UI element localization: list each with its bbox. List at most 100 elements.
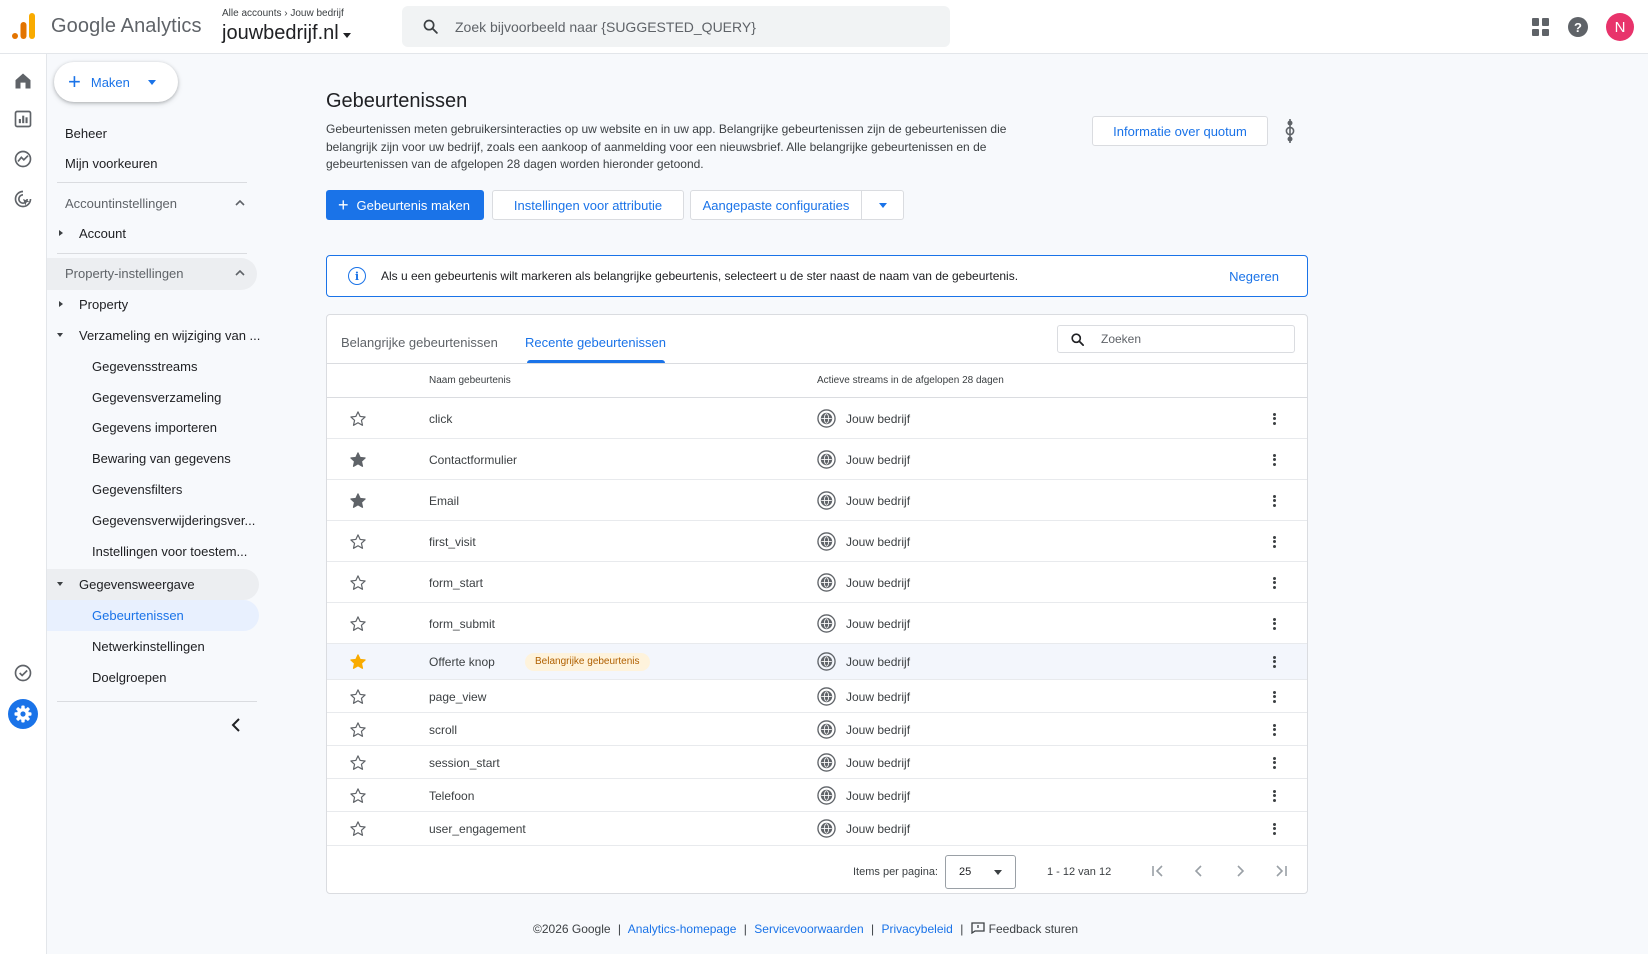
table-row[interactable]: scroll Jouw bedrijf: [327, 713, 1307, 746]
quota-info-button[interactable]: Informatie over quotum: [1092, 116, 1268, 146]
star-icon[interactable]: [349, 533, 367, 551]
table-row[interactable]: first_visit Jouw bedrijf: [327, 521, 1307, 562]
collapse-icon[interactable]: [57, 333, 63, 337]
section-property-settings[interactable]: Property-instellingen: [65, 266, 184, 281]
sidebar-item-consent[interactable]: Instellingen voor toestem...: [92, 544, 247, 559]
chevron-up-icon[interactable]: [235, 270, 245, 276]
create-event-button[interactable]: + Gebeurtenis maken: [326, 190, 484, 220]
event-name[interactable]: click: [429, 412, 452, 426]
star-icon[interactable]: [349, 787, 367, 805]
sidebar-item-data-deletion[interactable]: Gegevensverwijderingsver...: [92, 513, 255, 528]
explore-icon[interactable]: [13, 149, 33, 169]
apps-grid-icon[interactable]: [1532, 18, 1550, 36]
star-icon[interactable]: [349, 688, 367, 706]
table-row[interactable]: Email Jouw bedrijf: [327, 480, 1307, 521]
sidebar-item-data-import[interactable]: Gegevens importeren: [92, 420, 217, 435]
breadcrumb-account[interactable]: Jouw bedrijf: [290, 8, 343, 19]
expand-icon[interactable]: [59, 301, 63, 307]
table-row[interactable]: Offerte knop Belangrijke gebeurtenis Jouw …: [327, 644, 1307, 680]
sidebar-item-property[interactable]: Property: [79, 297, 128, 312]
sidebar-item-collection[interactable]: Verzameling en wijziging van ...: [79, 328, 260, 343]
table-row[interactable]: click Jouw bedrijf: [327, 398, 1307, 439]
next-page-icon[interactable]: [1232, 863, 1248, 879]
sidebar-item-data-filters[interactable]: Gegevensfilters: [92, 482, 182, 497]
table-row[interactable]: Telefoon Jouw bedrijf: [327, 779, 1307, 812]
tab-recent-events[interactable]: Recente gebeurtenissen: [525, 335, 666, 350]
star-icon[interactable]: [349, 492, 367, 510]
event-name[interactable]: user_engagement: [429, 822, 526, 836]
collapse-icon[interactable]: [57, 582, 63, 586]
more-vert-icon[interactable]: [1271, 411, 1277, 427]
property-selector[interactable]: jouwbedrijf.nl: [222, 22, 351, 45]
sidebar-item-events[interactable]: Gebeurtenissen: [92, 608, 184, 623]
star-icon[interactable]: [349, 721, 367, 739]
table-row[interactable]: form_submit Jouw bedrijf: [327, 603, 1307, 644]
sidebar-item-data-display[interactable]: Gegevensweergave: [79, 577, 195, 592]
more-vert-icon[interactable]: [1271, 654, 1277, 670]
help-icon[interactable]: ?: [1568, 17, 1588, 37]
advertising-icon[interactable]: [13, 189, 33, 209]
sidebar-item-network-settings[interactable]: Netwerkinstellingen: [92, 639, 205, 654]
column-event-name[interactable]: Naam gebeurtenis: [429, 375, 511, 386]
collapse-sidebar-icon[interactable]: [231, 718, 241, 732]
footer-privacy-link[interactable]: Privacybeleid: [881, 922, 952, 936]
first-page-icon[interactable]: [1150, 863, 1166, 879]
star-icon[interactable]: [349, 615, 367, 633]
event-name[interactable]: Telefoon: [429, 789, 474, 803]
sidebar-item-data-streams[interactable]: Gegevensstreams: [92, 359, 198, 374]
admin-settings-button[interactable]: [8, 699, 38, 729]
table-row[interactable]: Contactformulier Jouw bedrijf: [327, 439, 1307, 480]
event-name[interactable]: form_submit: [429, 617, 495, 631]
global-search-input[interactable]: [455, 18, 915, 35]
star-icon[interactable]: [349, 410, 367, 428]
more-vert-icon[interactable]: [1271, 722, 1277, 738]
event-name[interactable]: Contactformulier: [429, 453, 517, 467]
star-icon[interactable]: [349, 754, 367, 772]
column-active-streams[interactable]: Actieve streams in de afgelopen 28 dagen: [817, 375, 1004, 386]
sidebar-item-account[interactable]: Account: [79, 226, 126, 241]
sidebar-item-preferences[interactable]: Mijn voorkeuren: [65, 156, 158, 171]
event-name[interactable]: first_visit: [429, 535, 476, 549]
prev-page-icon[interactable]: [1191, 863, 1207, 879]
event-name[interactable]: Email: [429, 494, 459, 508]
avatar[interactable]: N: [1606, 13, 1634, 41]
reports-icon[interactable]: [13, 109, 33, 129]
table-row[interactable]: form_start Jouw bedrijf: [327, 562, 1307, 603]
items-per-page-select[interactable]: 25: [945, 855, 1016, 889]
star-icon[interactable]: [349, 820, 367, 838]
table-search[interactable]: [1057, 325, 1295, 353]
analytics-logo-icon[interactable]: [12, 13, 36, 39]
table-search-input[interactable]: [1101, 332, 1281, 346]
more-vert-icon[interactable]: [1271, 493, 1277, 509]
learning-icon[interactable]: [1284, 118, 1296, 144]
custom-configs-button[interactable]: Aangepaste configuraties: [690, 190, 862, 220]
event-name[interactable]: form_start: [429, 576, 483, 590]
event-name[interactable]: Offerte knop: [429, 655, 495, 669]
event-name[interactable]: scroll: [429, 723, 457, 737]
star-icon[interactable]: [349, 574, 367, 592]
table-row[interactable]: page_view Jouw bedrijf: [327, 680, 1307, 713]
checklist-icon[interactable]: [13, 663, 33, 683]
breadcrumb-all-accounts[interactable]: Alle accounts: [222, 8, 281, 19]
footer-terms-link[interactable]: Servicevoorwaarden: [754, 922, 863, 936]
more-vert-icon[interactable]: [1271, 452, 1277, 468]
last-page-icon[interactable]: [1273, 863, 1289, 879]
more-vert-icon[interactable]: [1271, 616, 1277, 632]
home-icon[interactable]: [13, 71, 33, 91]
table-row[interactable]: user_engagement Jouw bedrijf: [327, 812, 1307, 846]
breadcrumb[interactable]: Alle accounts › Jouw bedrijf: [222, 8, 344, 19]
sidebar-item-audiences[interactable]: Doelgroepen: [92, 670, 166, 685]
custom-configs-dropdown[interactable]: [862, 190, 904, 220]
more-vert-icon[interactable]: [1271, 788, 1277, 804]
section-account-settings[interactable]: Accountinstellingen: [65, 196, 177, 211]
more-vert-icon[interactable]: [1271, 534, 1277, 550]
expand-icon[interactable]: [59, 230, 63, 236]
attribution-settings-button[interactable]: Instellingen voor attributie: [492, 190, 684, 220]
sidebar-item-data-retention[interactable]: Bewaring van gegevens: [92, 451, 231, 466]
star-icon[interactable]: [349, 653, 367, 671]
more-vert-icon[interactable]: [1271, 575, 1277, 591]
feedback-link[interactable]: Feedback sturen: [971, 922, 1078, 936]
footer-home-link[interactable]: Analytics-homepage: [628, 922, 737, 936]
create-button[interactable]: + Maken: [54, 62, 178, 102]
more-vert-icon[interactable]: [1271, 821, 1277, 837]
